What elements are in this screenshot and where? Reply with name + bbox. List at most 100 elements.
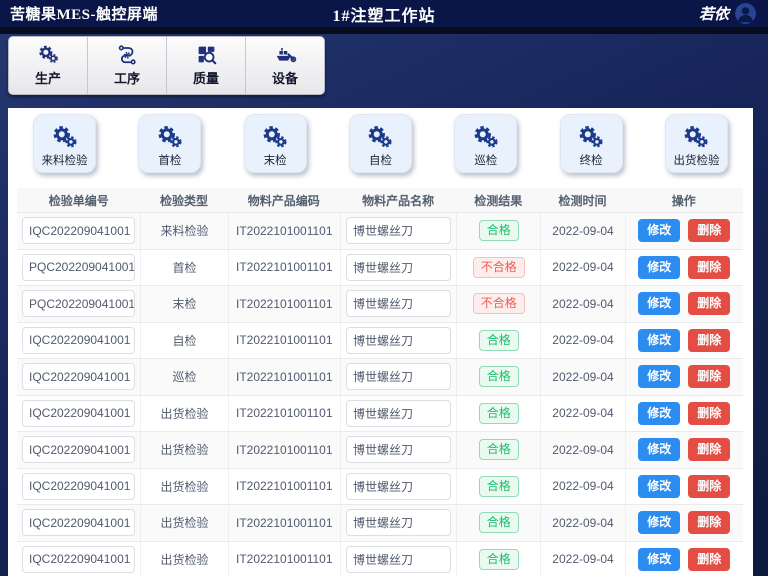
- material-name-field[interactable]: 博世螺丝刀: [346, 290, 451, 317]
- order-no-field[interactable]: IQC202209041001: [22, 400, 135, 427]
- order-no-field[interactable]: IQC202209041001: [22, 509, 135, 536]
- double-gear-icon: [261, 124, 289, 151]
- cell-order-no: IQC202209041001: [17, 213, 140, 249]
- material-name-field[interactable]: 博世螺丝刀: [346, 546, 451, 573]
- order-no-field[interactable]: IQC202209041001: [22, 473, 135, 500]
- process-route-icon: [116, 44, 138, 65]
- material-name-field[interactable]: 博世螺丝刀: [346, 400, 451, 427]
- tab-production[interactable]: 生产: [9, 37, 88, 94]
- order-no-field[interactable]: IQC202209041001: [22, 327, 135, 354]
- cell-actions: 修改 删除: [625, 505, 743, 541]
- cell-result: 合格: [456, 432, 540, 468]
- result-badge: 合格: [479, 366, 519, 387]
- equipment-icon: [274, 44, 297, 65]
- order-no-field[interactable]: IQC202209041001: [22, 546, 135, 573]
- table-row: PQC202209041001 首检 IT2022101001101 博世螺丝刀…: [17, 250, 743, 287]
- tab-quality[interactable]: 质量: [167, 37, 246, 94]
- delete-button[interactable]: 删除: [688, 402, 730, 425]
- order-no-field[interactable]: PQC202209041001: [22, 254, 135, 281]
- tab-process[interactable]: 工序: [88, 37, 167, 94]
- double-gear-icon: [366, 124, 394, 151]
- user-menu[interactable]: 若依: [699, 3, 756, 24]
- edit-button[interactable]: 修改: [638, 256, 680, 279]
- edit-button[interactable]: 修改: [638, 365, 680, 388]
- material-name-field[interactable]: 博世螺丝刀: [346, 436, 451, 463]
- cell-actions: 修改 删除: [625, 469, 743, 505]
- col-header-date: 检测时间: [540, 188, 624, 212]
- cell-material-name: 博世螺丝刀: [340, 250, 456, 286]
- edit-button[interactable]: 修改: [638, 438, 680, 461]
- order-no-field[interactable]: IQC202209041001: [22, 363, 135, 390]
- edit-button[interactable]: 修改: [638, 219, 680, 242]
- cell-material-code: IT2022101001101: [228, 359, 341, 395]
- user-avatar-icon[interactable]: [735, 3, 756, 24]
- result-badge: 不合格: [473, 293, 525, 314]
- order-no-field[interactable]: PQC202209041001: [22, 290, 135, 317]
- inspection-button-label: 出货检验: [673, 152, 719, 168]
- delete-button[interactable]: 删除: [688, 438, 730, 461]
- delete-button[interactable]: 删除: [688, 548, 730, 571]
- delete-button[interactable]: 删除: [688, 256, 730, 279]
- edit-button[interactable]: 修改: [638, 511, 680, 534]
- cell-actions: 修改 删除: [625, 359, 743, 395]
- cell-material-code: IT2022101001101: [228, 469, 341, 505]
- inspection-button[interactable]: 巡检: [454, 114, 517, 173]
- material-name-field[interactable]: 博世螺丝刀: [346, 217, 451, 244]
- cell-order-no: IQC202209041001: [17, 542, 140, 576]
- cell-material-code: IT2022101001101: [228, 323, 341, 359]
- table-row: IQC202209041001 出货检验 IT2022101001101 博世螺…: [17, 396, 743, 433]
- inspection-button-label: 终检: [580, 152, 603, 168]
- cell-result: 合格: [456, 505, 540, 541]
- inspection-button[interactable]: 自检: [349, 114, 412, 173]
- cell-order-no: PQC202209041001: [17, 286, 140, 322]
- cell-actions: 修改 删除: [625, 250, 743, 286]
- result-badge: 合格: [479, 439, 519, 460]
- table-row: PQC202209041001 末检 IT2022101001101 博世螺丝刀…: [17, 286, 743, 323]
- inspection-button[interactable]: 出货检验: [665, 114, 728, 173]
- inspection-button[interactable]: 终检: [560, 114, 623, 173]
- delete-button[interactable]: 删除: [688, 292, 730, 315]
- order-no-field[interactable]: IQC202209041001: [22, 436, 135, 463]
- material-name-field[interactable]: 博世螺丝刀: [346, 254, 451, 281]
- material-name-field[interactable]: 博世螺丝刀: [346, 363, 451, 390]
- edit-button[interactable]: 修改: [638, 548, 680, 571]
- result-badge: 合格: [479, 330, 519, 351]
- delete-button[interactable]: 删除: [688, 475, 730, 498]
- delete-button[interactable]: 删除: [688, 365, 730, 388]
- cell-actions: 修改 删除: [625, 286, 743, 322]
- material-name-field[interactable]: 博世螺丝刀: [346, 473, 451, 500]
- result-badge: 合格: [479, 549, 519, 570]
- topbar-divider: [0, 27, 768, 34]
- cell-material-name: 博世螺丝刀: [340, 542, 456, 576]
- delete-button[interactable]: 删除: [688, 219, 730, 242]
- cell-inspection-type: 出货检验: [140, 396, 227, 432]
- double-gear-icon: [156, 124, 184, 151]
- material-name-field[interactable]: 博世螺丝刀: [346, 509, 451, 536]
- table-row: IQC202209041001 自检 IT2022101001101 博世螺丝刀…: [17, 323, 743, 360]
- inspection-button[interactable]: 来料检验: [33, 114, 96, 173]
- edit-button[interactable]: 修改: [638, 292, 680, 315]
- delete-button[interactable]: 删除: [688, 329, 730, 352]
- col-header-order-no: 检验单编号: [17, 188, 140, 212]
- col-header-material-name: 物料产品名称: [340, 188, 456, 212]
- order-no-field[interactable]: IQC202209041001: [22, 217, 135, 244]
- cell-inspection-type: 来料检验: [140, 213, 227, 249]
- edit-button[interactable]: 修改: [638, 475, 680, 498]
- delete-button[interactable]: 删除: [688, 511, 730, 534]
- table-body: IQC202209041001 来料检验 IT2022101001101 博世螺…: [17, 213, 743, 576]
- cell-material-name: 博世螺丝刀: [340, 432, 456, 468]
- inspection-button[interactable]: 末检: [244, 114, 307, 173]
- table-row: IQC202209041001 出货检验 IT2022101001101 博世螺…: [17, 505, 743, 542]
- result-badge: 合格: [479, 403, 519, 424]
- cell-actions: 修改 删除: [625, 432, 743, 468]
- material-name-field[interactable]: 博世螺丝刀: [346, 327, 451, 354]
- edit-button[interactable]: 修改: [638, 329, 680, 352]
- tab-equipment[interactable]: 设备: [246, 37, 324, 94]
- col-header-result: 检测结果: [456, 188, 540, 212]
- station-title: 1#注塑工作站: [0, 2, 768, 26]
- inspection-button-label: 自检: [369, 152, 392, 168]
- cell-date: 2022-09-04: [540, 359, 624, 395]
- inspection-button[interactable]: 首检: [138, 114, 201, 173]
- edit-button[interactable]: 修改: [638, 402, 680, 425]
- result-badge: 合格: [479, 476, 519, 497]
